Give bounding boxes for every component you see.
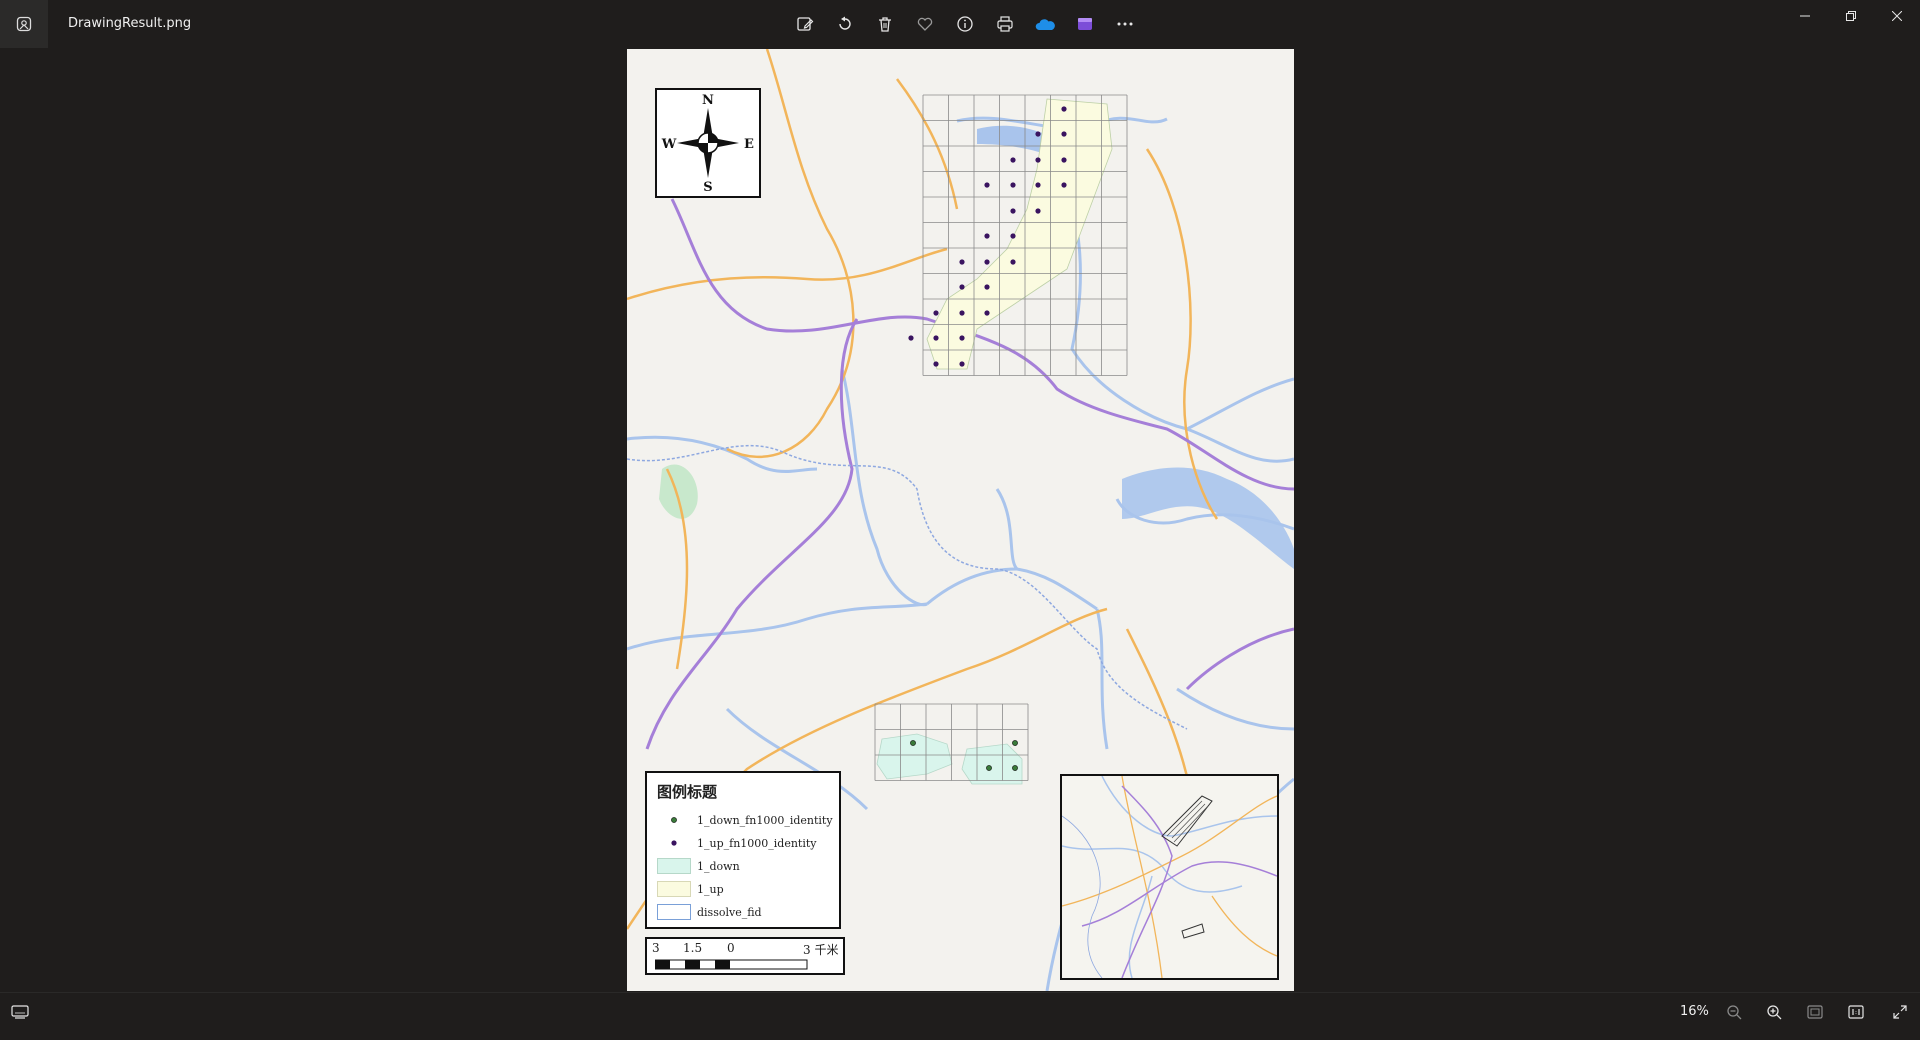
sample-point — [1012, 765, 1018, 771]
compass-e-label: E — [744, 137, 754, 152]
fullscreen-button[interactable] — [1884, 1000, 1916, 1024]
filmstrip-button[interactable] — [4, 1000, 36, 1024]
fullscreen-icon — [1893, 1005, 1907, 1019]
onedrive-button[interactable] — [1025, 10, 1065, 38]
scale-label: 1.5 — [683, 941, 703, 955]
title-bar: DrawingResult.png — [0, 0, 1920, 48]
print-button[interactable] — [985, 10, 1025, 38]
edit-image-icon — [797, 17, 814, 31]
map-image[interactable]: N S W E 图例标题 1_down_fn1000_identity 1_up… — [627, 49, 1294, 991]
status-bar — [0, 992, 1920, 1040]
scale-label: 0 — [727, 941, 735, 955]
photos-app-icon — [0, 0, 48, 48]
info-button[interactable] — [945, 10, 985, 38]
delete-button[interactable] — [865, 10, 905, 38]
zoom-in-button[interactable] — [1758, 1000, 1790, 1024]
restore-button[interactable] — [1828, 0, 1874, 32]
legend-item: 1_up_fn1000_identity — [657, 834, 817, 852]
restore-icon — [1846, 11, 1856, 21]
zoom-out-button[interactable] — [1718, 1000, 1750, 1024]
fit-to-window-button[interactable] — [1799, 1000, 1831, 1024]
more-button[interactable] — [1105, 10, 1145, 38]
scale-bar: 3 1.5 0 3 千米 — [645, 937, 845, 975]
legend-item: dissolve_fid — [657, 903, 762, 921]
compass-w-label: W — [661, 137, 677, 152]
actual-size-icon — [1848, 1005, 1864, 1019]
close-button[interactable] — [1874, 0, 1920, 32]
clipchamp-button[interactable] — [1065, 10, 1105, 38]
edit-image-button[interactable] — [785, 10, 825, 38]
legend-item: 1_down_fn1000_identity — [657, 811, 833, 829]
favorite-button[interactable] — [905, 10, 945, 38]
scale-label: 3 千米 — [803, 943, 839, 957]
print-icon — [997, 16, 1013, 32]
window-controls — [1782, 0, 1920, 32]
clipchamp-icon — [1078, 18, 1092, 30]
map-legend: 图例标题 1_down_fn1000_identity 1_up_fn1000_… — [645, 771, 841, 929]
overview-inset-map — [1060, 774, 1279, 980]
onedrive-icon — [1035, 19, 1055, 30]
favorite-icon — [917, 17, 933, 31]
legend-item: 1_up — [657, 880, 724, 898]
north-arrow: N S W E — [655, 88, 761, 198]
legend-label: 1_up_fn1000_identity — [697, 836, 817, 850]
legend-title: 图例标题 — [657, 783, 718, 801]
legend-label: 1_up — [697, 882, 724, 896]
legend-label: dissolve_fid — [697, 905, 762, 919]
sample-point — [1012, 740, 1018, 746]
zoom-level: 16% — [1680, 1004, 1709, 1019]
filmstrip-icon — [11, 1005, 29, 1019]
actual-size-button[interactable] — [1840, 1000, 1872, 1024]
scale-label: 3 — [652, 941, 660, 955]
legend-label: 1_down — [697, 859, 740, 873]
compass-n-label: N — [702, 93, 714, 108]
image-toolbar — [785, 10, 1145, 38]
rotate-button[interactable] — [825, 10, 865, 38]
file-name: DrawingResult.png — [68, 16, 192, 31]
sample-point — [986, 765, 992, 771]
legend-label: 1_down_fn1000_identity — [697, 813, 833, 827]
fit-window-icon — [1807, 1005, 1823, 1019]
zoom-in-icon — [1767, 1005, 1782, 1020]
close-icon — [1892, 11, 1902, 21]
minimize-button[interactable] — [1782, 0, 1828, 32]
more-icon — [1117, 22, 1133, 26]
minimize-icon — [1800, 15, 1810, 17]
zoom-out-icon — [1727, 1005, 1742, 1020]
info-icon — [957, 16, 973, 32]
legend-item: 1_down — [657, 857, 740, 875]
compass-s-label: S — [703, 180, 712, 195]
sample-point — [910, 740, 916, 746]
rotate-icon — [839, 16, 851, 30]
delete-icon — [879, 17, 891, 32]
